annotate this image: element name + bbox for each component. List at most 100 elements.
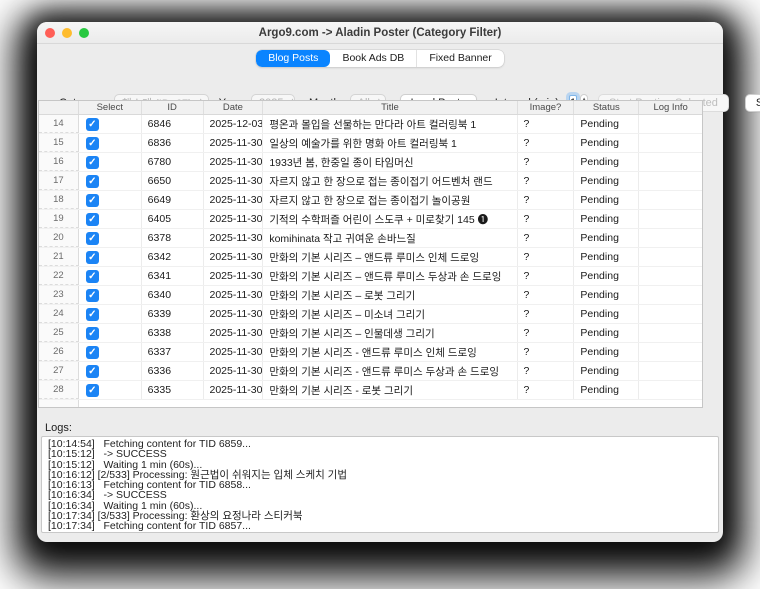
row-checkbox[interactable]: ✓: [85, 364, 99, 378]
tab-segmented-control: Blog Posts Book Ads DB Fixed Banner: [256, 49, 504, 67]
select-cell[interactable]: ✓: [79, 229, 142, 247]
row-number: 24: [39, 305, 79, 323]
id-cell: 6650: [142, 172, 204, 190]
table-row[interactable]: 21 ✓ 63422025-11-30 ...만화의 기본 시리즈 – 앤드류 루미…: [39, 248, 702, 267]
table-row[interactable]: 22 ✓ 63412025-11-30 ...만화의 기본 시리즈 – 앤드류 루미…: [39, 267, 702, 286]
select-cell[interactable]: ✓: [79, 362, 142, 380]
select-cell[interactable]: ✓: [79, 343, 142, 361]
status-cell: Pending: [574, 191, 640, 209]
table-row[interactable]: 23 ✓ 63402025-11-30 ...만화의 기본 시리즈 – 로봇 그리기…: [39, 286, 702, 305]
row-checkbox[interactable]: ✓: [85, 212, 99, 226]
row-checkbox[interactable]: ✓: [85, 345, 99, 359]
row-number: 18: [39, 191, 79, 209]
log-info-cell: [639, 153, 702, 171]
row-number: 15: [39, 134, 79, 152]
image-cell: ?: [518, 381, 575, 399]
header-select[interactable]: Select: [79, 101, 142, 114]
row-number: 22: [39, 267, 79, 285]
tab-book-ads-db[interactable]: Book Ads DB: [330, 49, 418, 67]
table-row[interactable]: 18 ✓ 66492025-11-30 ...자르지 않고 한 장으로 접는 종이접…: [39, 191, 702, 210]
log-info-cell: [639, 134, 702, 152]
table-row[interactable]: 26 ✓ 63372025-11-30 ...만화의 기본 시리즈 - 앤드류 루미…: [39, 343, 702, 362]
row-checkbox[interactable]: ✓: [85, 117, 99, 131]
header-image[interactable]: Image?: [518, 101, 575, 114]
logs-label: Logs:: [45, 422, 72, 434]
posts-table: Select ID Date Title Image? Status Log I…: [38, 100, 703, 408]
select-cell[interactable]: ✓: [79, 286, 142, 304]
row-checkbox[interactable]: ✓: [85, 269, 99, 283]
select-cell[interactable]: ✓: [79, 267, 142, 285]
table-row[interactable]: 17 ✓ 66502025-11-30 ...자르지 않고 한 장으로 접는 종이접…: [39, 172, 702, 191]
logs-output[interactable]: [10:14:54] Fetching content for TID 6859…: [41, 436, 719, 533]
row-number: 21: [39, 248, 79, 266]
table-row[interactable]: 27 ✓ 63362025-11-30 ...만화의 기본 시리즈 - 앤드류 루미…: [39, 362, 702, 381]
row-checkbox[interactable]: ✓: [85, 231, 99, 245]
header-log-info[interactable]: Log Info: [639, 101, 702, 114]
row-number: 20: [39, 229, 79, 247]
image-cell: ?: [518, 362, 575, 380]
date-cell: 2025-11-30 ...: [204, 286, 264, 304]
select-cell[interactable]: ✓: [79, 248, 142, 266]
log-info-cell: [639, 267, 702, 285]
date-cell: 2025-11-30 ...: [204, 210, 264, 228]
status-cell: Pending: [574, 343, 640, 361]
row-checkbox[interactable]: ✓: [85, 250, 99, 264]
tab-fixed-banner[interactable]: Fixed Banner: [417, 50, 503, 67]
select-cell[interactable]: ✓: [79, 324, 142, 342]
select-cell[interactable]: ✓: [79, 172, 142, 190]
id-cell: 6335: [142, 381, 204, 399]
select-cell[interactable]: ✓: [79, 191, 142, 209]
row-checkbox[interactable]: ✓: [85, 326, 99, 340]
status-cell: Pending: [574, 229, 640, 247]
title-cell: 평온과 몰입을 선물하는 만다라 아트 컬러링북 1: [263, 115, 518, 133]
row-checkbox[interactable]: ✓: [85, 155, 99, 169]
select-cell[interactable]: ✓: [79, 153, 142, 171]
id-cell: 6339: [142, 305, 204, 323]
log-info-cell: [639, 381, 702, 399]
table-row[interactable]: 16 ✓ 67802025-11-30 ...1933년 봄, 한중일 종이 타임머…: [39, 153, 702, 172]
title-cell: 만화의 기본 시리즈 – 앤드류 루미스 두상과 손 드로잉: [263, 267, 518, 285]
image-cell: ?: [518, 305, 575, 323]
log-info-cell: [639, 229, 702, 247]
row-checkbox[interactable]: ✓: [85, 136, 99, 150]
tab-bar: Blog Posts Book Ads DB Fixed Banner: [37, 44, 723, 72]
table-row[interactable]: 25 ✓ 63382025-11-30 ...만화의 기본 시리즈 – 인물데생 그…: [39, 324, 702, 343]
row-checkbox[interactable]: ✓: [85, 307, 99, 321]
title-cell: komihinata 작고 귀여운 손바느질: [263, 229, 518, 247]
header-id[interactable]: ID: [142, 101, 204, 114]
row-checkbox[interactable]: ✓: [85, 174, 99, 188]
select-cell[interactable]: ✓: [79, 115, 142, 133]
table-row[interactable]: 15 ✓ 68362025-11-30 ...일상의 예술가를 위한 명화 아트 컬…: [39, 134, 702, 153]
table-body: 14 ✓ 68462025-12-03 ...평온과 몰입을 선물하는 만다라 아트…: [39, 115, 702, 400]
select-cell[interactable]: ✓: [79, 210, 142, 228]
row-checkbox[interactable]: ✓: [85, 193, 99, 207]
table-row[interactable]: 19 ✓ 64052025-11-30 ...기적의 수학퍼즐 어린이 스도쿠 + …: [39, 210, 702, 229]
select-cell[interactable]: ✓: [79, 134, 142, 152]
select-cell[interactable]: ✓: [79, 305, 142, 323]
status-cell: Pending: [574, 324, 640, 342]
table-row[interactable]: 14 ✓ 68462025-12-03 ...평온과 몰입을 선물하는 만다라 아트…: [39, 115, 702, 134]
table-row[interactable]: 28 ✓ 63352025-11-30 ...만화의 기본 시리즈 - 로봇 그리기…: [39, 381, 702, 400]
title-cell: 자르지 않고 한 장으로 접는 종이접기 어드벤처 랜드: [263, 172, 518, 190]
id-cell: 6378: [142, 229, 204, 247]
id-cell: 6846: [142, 115, 204, 133]
date-cell: 2025-11-30 ...: [204, 153, 264, 171]
status-cell: Pending: [574, 115, 640, 133]
stop-button[interactable]: Stop: [744, 94, 760, 112]
tab-blog-posts[interactable]: Blog Posts: [256, 49, 331, 67]
row-number: 23: [39, 286, 79, 304]
log-info-cell: [639, 248, 702, 266]
table-row[interactable]: 20 ✓ 63782025-11-30 ...komihinata 작고 귀여운 손…: [39, 229, 702, 248]
row-checkbox[interactable]: ✓: [85, 383, 99, 397]
date-cell: 2025-11-30 ...: [204, 172, 264, 190]
header-status[interactable]: Status: [574, 101, 640, 114]
table-row[interactable]: 24 ✓ 63392025-11-30 ...만화의 기본 시리즈 – 미소녀 그리…: [39, 305, 702, 324]
row-checkbox[interactable]: ✓: [85, 288, 99, 302]
select-cell[interactable]: ✓: [79, 381, 142, 399]
header-title[interactable]: Title: [263, 101, 518, 114]
id-cell: 6780: [142, 153, 204, 171]
row-number: 25: [39, 324, 79, 342]
header-date[interactable]: Date: [204, 101, 264, 114]
filler-gutter: [39, 400, 79, 407]
log-info-cell: [639, 343, 702, 361]
